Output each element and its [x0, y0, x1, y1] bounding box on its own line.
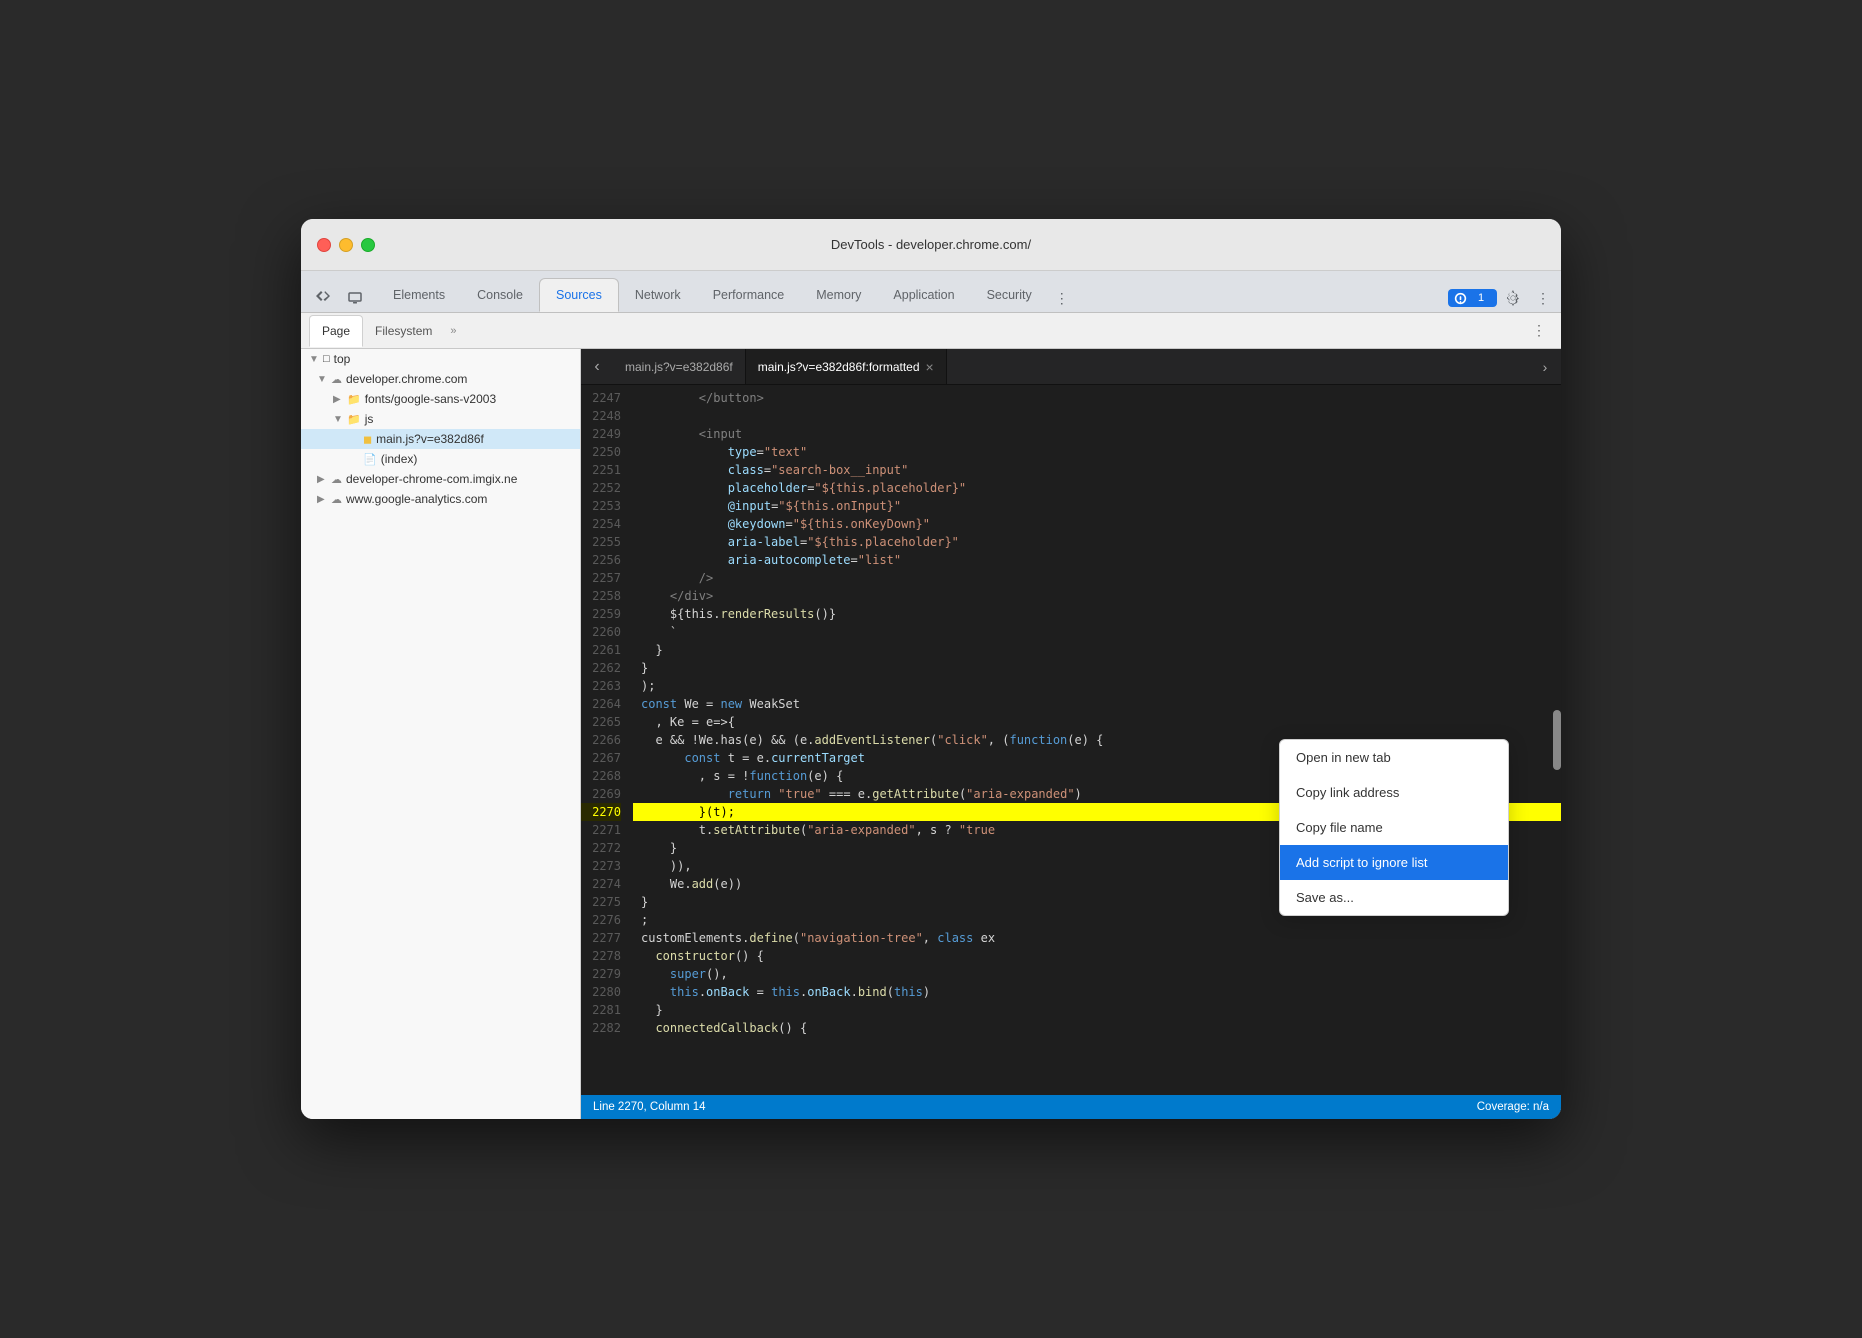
context-menu-copy-filename[interactable]: Copy file name	[1280, 810, 1508, 845]
editor-nav-left-icon[interactable]: ‹	[581, 351, 613, 383]
tree-item-fonts[interactable]: ▶ 📁 fonts/google-sans-v2003	[301, 389, 580, 409]
context-menu-add-ignore[interactable]: Add script to ignore list	[1280, 845, 1508, 880]
tree-item-developer-chrome[interactable]: ▼ ☁ developer.chrome.com	[301, 369, 580, 389]
editor-tab-main-js[interactable]: main.js?v=e382d86f	[613, 349, 746, 384]
inspector-icon-button[interactable]	[309, 284, 337, 312]
tab-console[interactable]: Console	[461, 278, 539, 312]
more-subtabs-icon[interactable]: »	[444, 325, 462, 337]
editor-tab-main-js-formatted[interactable]: main.js?v=e382d86f:formatted ×	[746, 349, 947, 384]
editor-tabs-bar: ‹ main.js?v=e382d86f main.js?v=e382d86f:…	[581, 349, 1561, 385]
tab-network[interactable]: Network	[619, 278, 697, 312]
sources-subtab-bar: Page Filesystem » ⋮	[301, 313, 1561, 349]
editor-tab-close-icon[interactable]: ×	[926, 360, 934, 374]
window-title: DevTools - developer.chrome.com/	[831, 237, 1031, 252]
tree-item-analytics[interactable]: ▶ ☁ www.google-analytics.com	[301, 489, 580, 509]
more-options-icon-button[interactable]: ⋮	[1529, 284, 1557, 312]
tree-item-index[interactable]: ▶ 📄 (index)	[301, 449, 580, 469]
tab-performance[interactable]: Performance	[697, 278, 801, 312]
subtab-filesystem[interactable]: Filesystem	[363, 315, 444, 347]
subtab-page[interactable]: Page	[309, 315, 363, 347]
traffic-lights	[317, 238, 375, 252]
context-menu-copy-link[interactable]: Copy link address	[1280, 775, 1508, 810]
file-tree: ▼ □ top ▼ ☁ developer.chrome.com ▶ 📁 fon…	[301, 349, 581, 1119]
cursor-position: Line 2270, Column 14	[593, 1101, 706, 1113]
minimize-button[interactable]	[339, 238, 353, 252]
line-numbers: 2247224822492250225122522253225422552256…	[581, 385, 633, 1095]
scroll-indicator[interactable]	[1553, 710, 1561, 770]
devtools-window: DevTools - developer.chrome.com/ Element…	[301, 219, 1561, 1119]
close-button[interactable]	[317, 238, 331, 252]
context-menu-save-as[interactable]: Save as...	[1280, 880, 1508, 915]
tree-item-main-js[interactable]: ▶ ◼ main.js?v=e382d86f	[301, 429, 580, 449]
titlebar: DevTools - developer.chrome.com/	[301, 219, 1561, 271]
settings-icon-button[interactable]	[1499, 284, 1527, 312]
tab-memory[interactable]: Memory	[800, 278, 877, 312]
context-menu-open-new-tab[interactable]: Open in new tab	[1280, 740, 1508, 775]
context-menu: Open in new tab Copy link address Copy f…	[1279, 739, 1509, 916]
tree-item-top[interactable]: ▼ □ top	[301, 349, 580, 369]
coverage-status: Coverage: n/a	[1477, 1101, 1549, 1113]
devtools-tab-bar: Elements Console Sources Network Perform…	[301, 271, 1561, 313]
tab-sources[interactable]: Sources	[539, 278, 619, 312]
status-bar: Line 2270, Column 14 Coverage: n/a	[581, 1095, 1561, 1119]
tree-item-imgix[interactable]: ▶ ☁ developer-chrome-com.imgix.ne	[301, 469, 580, 489]
tab-application[interactable]: Application	[877, 278, 970, 312]
device-toolbar-icon-button[interactable]	[341, 284, 369, 312]
tab-elements[interactable]: Elements	[377, 278, 461, 312]
tab-security[interactable]: Security	[971, 278, 1048, 312]
editor-area: ‹ main.js?v=e382d86f main.js?v=e382d86f:…	[581, 349, 1561, 1119]
subtab-kebab-icon[interactable]: ⋮	[1525, 317, 1553, 345]
devtools-body: Page Filesystem » ⋮ ▼ □ top	[301, 313, 1561, 1119]
tree-item-js-folder[interactable]: ▼ 📁 js	[301, 409, 580, 429]
notification-badge: 1	[1471, 291, 1491, 305]
subtab-options: ⋮	[1525, 317, 1553, 345]
content-area: ▼ □ top ▼ ☁ developer.chrome.com ▶ 📁 fon…	[301, 349, 1561, 1119]
devtools-top-right-icons: 1 ⋮	[1448, 284, 1561, 312]
badge-button[interactable]: 1	[1448, 289, 1497, 307]
maximize-button[interactable]	[361, 238, 375, 252]
more-tabs-icon[interactable]: ⋮	[1048, 284, 1076, 312]
editor-nav-right-icon[interactable]: ›	[1529, 351, 1561, 383]
